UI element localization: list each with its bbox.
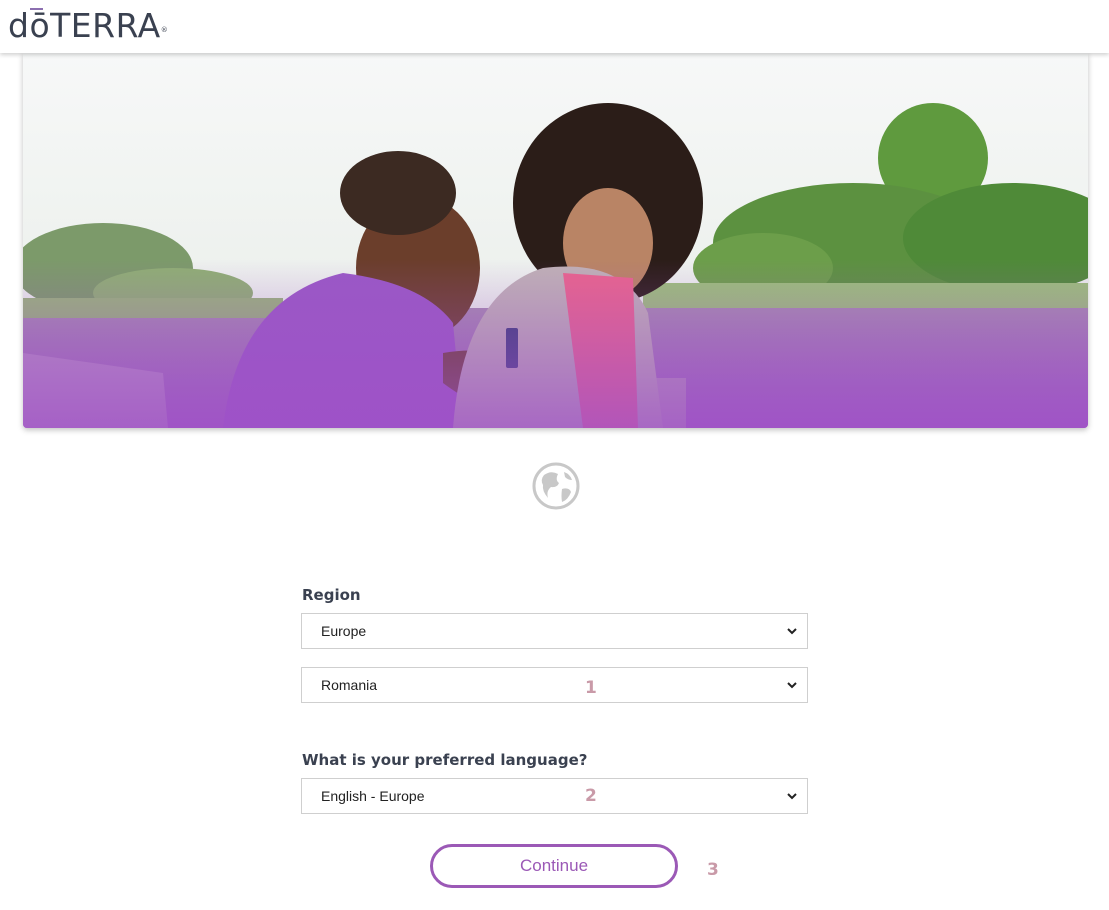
continue-button[interactable]: Continue — [430, 844, 678, 888]
chevron-down-icon — [787, 628, 797, 635]
hero-banner — [23, 53, 1088, 428]
region-select[interactable]: Europe — [301, 613, 808, 649]
language-select[interactable]: English - Europe — [301, 778, 808, 814]
country-select-value: Romania — [321, 677, 378, 693]
site-header: dōTERRA® — [0, 0, 1109, 53]
logo-macron — [30, 8, 43, 10]
doterra-logo[interactable]: dōTERRA® — [8, 6, 168, 46]
globe-icon — [531, 461, 581, 511]
language-label: What is your preferred language? — [302, 751, 588, 769]
logo-text: dōTERRA — [8, 6, 161, 45]
chevron-down-icon — [787, 682, 797, 689]
annotation-step-3: 3 — [707, 860, 719, 880]
region-select-value: Europe — [321, 623, 367, 639]
annotation-step-2: 2 — [585, 786, 597, 806]
chevron-down-icon — [787, 793, 797, 800]
logo-registered-mark: ® — [160, 26, 169, 34]
language-select-value: English - Europe — [321, 788, 425, 804]
country-select[interactable]: Romania — [301, 667, 808, 703]
hero-image — [23, 53, 1088, 428]
annotation-step-1: 1 — [585, 678, 597, 698]
region-label: Region — [302, 586, 361, 604]
